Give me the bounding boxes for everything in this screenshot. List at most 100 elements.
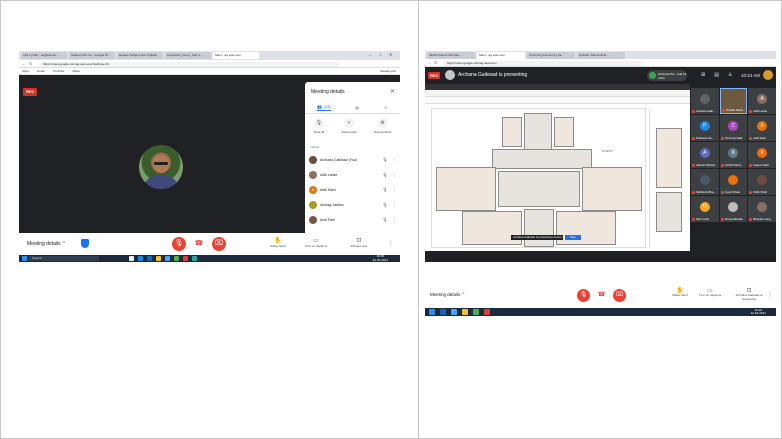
participant-tile[interactable]: A Ashwini Shinde: [691, 142, 719, 168]
participant-row[interactable]: Amit Patil 🎙 ⋮: [309, 212, 397, 227]
browser-tab[interactable]: Review Subject wise Syllabu...: [117, 52, 163, 59]
participant-tile[interactable]: Pradish Sathy...: [719, 88, 748, 114]
browser-tab[interactable]: Shared with me - Google Dr...: [69, 52, 115, 59]
meeting-details-button[interactable]: Meeting details ⌃: [27, 241, 66, 247]
browser-tab[interactable]: Upcoming Homes by Ka...: [527, 52, 575, 59]
captions-button[interactable]: ▭ Turn on captions: [303, 237, 329, 248]
more-options-icon[interactable]: ⋮: [392, 187, 397, 192]
address-bar[interactable]: https://meet.google.com/ag-vasn-esu?auth…: [39, 61, 339, 67]
mute-all-button[interactable]: 🎙 Mute all: [314, 118, 324, 140]
chat-icon[interactable]: ▤: [714, 72, 719, 78]
host-controls-button[interactable]: ⚙ Host controls: [374, 118, 391, 140]
folder-icon[interactable]: [156, 256, 161, 261]
bookmark-item[interactable]: Maps: [72, 69, 79, 73]
participant-tile[interactable]: D Dipti Joshi: [691, 196, 719, 222]
add-people-button[interactable]: + Add people: [341, 118, 357, 140]
people-icon[interactable]: ♙: [728, 72, 732, 78]
taskbar-app-icon[interactable]: [183, 256, 188, 261]
address-bar[interactable]: https://meet.google.com/ag-vasn-esu: [443, 60, 643, 66]
folder-icon[interactable]: [462, 309, 468, 315]
camera-off-button[interactable]: ⌧: [613, 289, 626, 302]
raise-hand-button[interactable]: ✋ Raise hand: [665, 287, 695, 298]
hang-up-button[interactable]: ☎: [595, 289, 608, 302]
participant-tile[interactable]: C Chinmayi Mali: [719, 115, 748, 141]
taskbar-app-icon[interactable]: [484, 309, 490, 315]
mic-off-icon[interactable]: 🎙: [381, 187, 389, 192]
layout-icon[interactable]: ⊞: [701, 72, 705, 78]
reload-icon[interactable]: ↻: [29, 61, 32, 66]
mic-off-button[interactable]: 🎙: [172, 237, 186, 251]
taskbar-app-icon[interactable]: [451, 309, 457, 315]
tab-activities[interactable]: ⚠: [384, 105, 388, 110]
mic-off-icon[interactable]: 🎙: [381, 202, 389, 207]
maximize-icon[interactable]: □: [379, 52, 381, 57]
browser-tab[interactable]: Mudit Pinank Informati...: [427, 52, 475, 59]
participant-tile[interactable]: Siddhesh Bha...: [691, 169, 719, 195]
taskbar-app-icon[interactable]: [192, 256, 197, 261]
browser-tab-active[interactable]: Meet - ag-vasn-esu: [213, 52, 259, 59]
bookmark-item[interactable]: Gmail: [37, 69, 45, 73]
you-are-presenting-pill[interactable]: Archana Pre.. and 13 more: [647, 70, 687, 81]
meeting-details-button[interactable]: Meeting details ⌃: [430, 292, 465, 298]
minimize-icon[interactable]: –: [369, 52, 371, 57]
stop-presenting-button[interactable]: Stop: [565, 235, 581, 240]
shield-icon[interactable]: [81, 239, 89, 248]
participant-tile[interactable]: Shreya Bhosle: [719, 196, 748, 222]
chrome-icon[interactable]: [174, 256, 179, 261]
more-options-icon[interactable]: ⋮: [392, 217, 397, 222]
windows-start-icon[interactable]: [22, 256, 27, 261]
participant-row[interactable]: Aditi Lanke 🎙 ⋮: [309, 167, 397, 182]
participant-tile[interactable]: Nidhi Shah: [748, 169, 776, 195]
edge-icon[interactable]: [440, 309, 446, 315]
participant-tile[interactable]: K Karthik Mohy...: [719, 142, 748, 168]
participant-tile[interactable]: Archana Gaik...: [691, 88, 719, 114]
back-icon[interactable]: ←: [22, 61, 26, 66]
more-options-icon[interactable]: ⋮: [392, 172, 397, 177]
windows-start-icon[interactable]: [429, 309, 435, 315]
participant-tile[interactable]: A Aditi Sahu: [748, 115, 776, 141]
mic-off-icon[interactable]: 🎙: [381, 217, 389, 222]
participant-tile[interactable]: Ayush Shaw: [719, 169, 748, 195]
store-icon[interactable]: [165, 256, 170, 261]
reading-list[interactable]: Reading list: [380, 69, 396, 73]
taskbar-search[interactable]: Search: [29, 256, 99, 261]
close-window-icon[interactable]: ✕: [389, 52, 392, 57]
mic-off-icon[interactable]: 🎙: [381, 172, 389, 177]
hang-up-button[interactable]: ☎: [192, 237, 206, 251]
presenting-status-button[interactable]: ⊡ Archana Gaikwad is presenting: [729, 287, 769, 301]
tab-people[interactable]: 👥 (13): [317, 104, 331, 111]
raise-hand-button[interactable]: ✋ Raise hand: [265, 237, 291, 248]
participant-tile[interactable]: P Pradeeta Ka...: [691, 115, 719, 141]
more-options-icon[interactable]: ⋮: [767, 291, 773, 298]
browser-tab[interactable]: Inbox (129) - ee@ksrcas...: [21, 52, 67, 59]
participant-row[interactable]: Akshay Jadhav 🎙 ⋮: [309, 197, 397, 212]
avatar: [728, 202, 739, 212]
present-now-button[interactable]: ⊡ Present now: [346, 237, 372, 248]
tab-chat[interactable]: ▤: [355, 105, 359, 110]
participant-row[interactable]: A Aditi Sahu 🎙 ⋮: [309, 182, 397, 197]
more-options-icon[interactable]: ⋮: [388, 240, 394, 247]
account-avatar[interactable]: [763, 70, 773, 80]
back-icon[interactable]: ←: [428, 60, 432, 65]
mic-off-button[interactable]: 🎙: [577, 289, 590, 302]
camera-off-button[interactable]: ⌧: [212, 237, 226, 251]
participant-tile[interactable]: A Aditi Lanke: [748, 88, 776, 114]
taskbar-app-icon[interactable]: [129, 256, 134, 261]
edge-icon[interactable]: [147, 256, 152, 261]
more-options-icon[interactable]: ⋮: [392, 202, 397, 207]
captions-button[interactable]: ▭ Turn on captions: [695, 287, 725, 298]
participant-tile[interactable]: Bhaskar Garg: [748, 196, 776, 222]
reload-icon[interactable]: ↻: [434, 60, 437, 65]
close-icon[interactable]: ✕: [390, 88, 395, 95]
participant-tile[interactable]: K Kapoor Patil: [748, 142, 776, 168]
browser-tab-active[interactable]: Meet - ag-vasn-esu: [477, 52, 525, 59]
more-options-icon[interactable]: ⋮: [392, 157, 397, 162]
participant-row[interactable]: Archana Gaikwad (You) 🎙 ⋮: [309, 152, 397, 167]
bookmark-item[interactable]: YouTube: [53, 69, 65, 73]
browser-tab[interactable]: snapshots_how it_how it...: [165, 52, 211, 59]
bookmark-item[interactable]: Apps: [22, 69, 29, 73]
chrome-icon[interactable]: [473, 309, 479, 315]
taskbar-app-icon[interactable]: [138, 256, 143, 261]
browser-tab[interactable]: Untitled -Microsoft.E...: [577, 52, 625, 59]
mic-off-icon[interactable]: 🎙: [381, 157, 389, 162]
